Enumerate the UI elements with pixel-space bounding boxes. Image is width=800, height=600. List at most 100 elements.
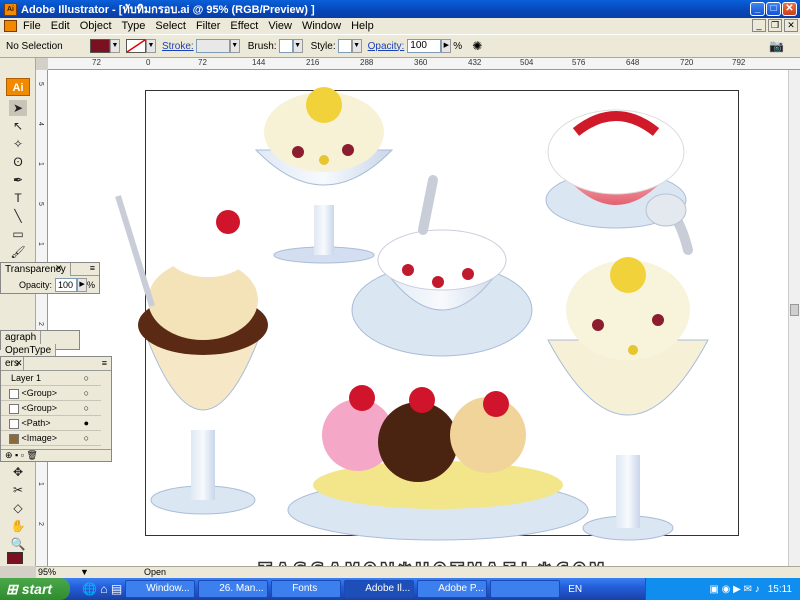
- brush-dropdown[interactable]: ▼: [292, 39, 303, 53]
- menu-view[interactable]: View: [268, 20, 292, 32]
- menu-help[interactable]: Help: [351, 20, 374, 32]
- rectangle-tool-icon[interactable]: ▭: [9, 226, 27, 242]
- task-photoshop[interactable]: Adobe P...: [417, 580, 488, 598]
- menu-edit[interactable]: Edit: [51, 20, 70, 32]
- target-icon[interactable]: ○: [84, 401, 89, 416]
- stroke-weight-dropdown[interactable]: ▼: [229, 39, 240, 53]
- minimize-button[interactable]: _: [750, 2, 765, 16]
- menu-type[interactable]: Type: [122, 20, 146, 32]
- selection-tool-icon[interactable]: ➤: [9, 100, 27, 116]
- panel-menu-icon[interactable]: ≡: [90, 263, 95, 273]
- task-label: Window...: [146, 583, 190, 594]
- doc-minimize-button[interactable]: _: [752, 19, 766, 32]
- pen-tool-icon[interactable]: ✒: [9, 172, 27, 188]
- task-fonts[interactable]: Fonts: [271, 580, 342, 598]
- opacity-label[interactable]: Opacity:: [368, 41, 405, 52]
- panel-options-icon[interactable]: 📷: [769, 39, 784, 53]
- layer-name: <Group>: [21, 403, 58, 413]
- fill-dropdown[interactable]: ▼: [110, 39, 120, 53]
- quick-launch-icon[interactable]: 🌐 ⌂ ▤: [82, 582, 122, 596]
- task-messenger[interactable]: [490, 580, 561, 598]
- layer-row[interactable]: <Group> ○: [1, 401, 101, 416]
- doc-close-button[interactable]: ✕: [784, 19, 798, 32]
- task-label: 26. Man...: [219, 583, 264, 594]
- layer-row[interactable]: <Group> ○: [1, 386, 101, 401]
- close-icon[interactable]: ✕: [15, 358, 23, 369]
- layer-row[interactable]: Layer 1 ○: [1, 371, 101, 386]
- stroke-label[interactable]: Stroke:: [162, 41, 194, 52]
- target-icon[interactable]: ○: [84, 371, 89, 386]
- menu-filter[interactable]: Filter: [196, 20, 220, 32]
- doc-restore-button[interactable]: ❐: [768, 19, 782, 32]
- opacity-dropdown[interactable]: ▶: [441, 39, 452, 53]
- symbol-tool-icon[interactable]: ✥: [9, 464, 27, 480]
- opacity-label: Opacity:: [19, 280, 53, 290]
- target-icon[interactable]: ○: [84, 386, 89, 401]
- zoom-tool-icon[interactable]: 🔍: [9, 536, 27, 552]
- ruler-tick: 5: [37, 202, 44, 206]
- maximize-button[interactable]: □: [766, 2, 781, 16]
- line-tool-icon[interactable]: ╲: [9, 208, 27, 224]
- direct-selection-tool-icon[interactable]: ↖: [9, 118, 27, 134]
- title-bar: Ai Adobe Illustrator - [ทับทิมกรอบ.ai @ …: [0, 0, 800, 18]
- sundae-cup-top[interactable]: [254, 87, 394, 264]
- style-field[interactable]: [337, 39, 352, 53]
- fill-swatch[interactable]: [90, 39, 110, 53]
- style-dropdown[interactable]: ▼: [351, 39, 362, 53]
- vertical-scrollbar[interactable]: [788, 70, 800, 566]
- layer-name: Layer 1: [11, 373, 42, 383]
- red-shaved-ice[interactable]: [545, 109, 693, 255]
- layer-row[interactable]: <Path> ●: [1, 416, 101, 431]
- lasso-tool-icon[interactable]: ʘ: [9, 154, 27, 170]
- recolor-icon[interactable]: ✺: [472, 39, 482, 53]
- language-indicator[interactable]: EN: [568, 584, 582, 595]
- menu-file[interactable]: File: [23, 20, 41, 32]
- fill-color-icon[interactable]: [7, 552, 23, 564]
- target-icon[interactable]: ●: [84, 416, 89, 431]
- banana-split[interactable]: [287, 385, 589, 541]
- task-window[interactable]: Window...: [125, 580, 196, 598]
- hand-tool-icon[interactable]: ✋: [9, 518, 27, 534]
- ruler-tick: 216: [306, 58, 320, 67]
- layers-footer: ⊕ ▪ ▫ 🗑: [1, 449, 111, 461]
- scroll-thumb[interactable]: [790, 304, 799, 316]
- stroke-weight-field[interactable]: [195, 39, 230, 53]
- tab-paragraph[interactable]: agraph: [1, 331, 42, 344]
- close-icon[interactable]: ✕: [55, 263, 63, 274]
- horizontal-ruler: 72 0 72 144 216 288 360 432 504 576 648 …: [48, 58, 800, 70]
- transparency-panel: Transparency ✕ ≡ Opacity: 100 ▶ %: [0, 262, 100, 294]
- transparency-opacity-field[interactable]: 100: [55, 278, 78, 292]
- ruler-tick: 288: [360, 58, 374, 67]
- stroke-swatch[interactable]: [126, 39, 146, 53]
- target-icon[interactable]: ○: [84, 431, 89, 446]
- slice-tool-icon[interactable]: ✂: [9, 482, 27, 498]
- opacity-stepper[interactable]: ▶: [77, 278, 88, 292]
- opacity-field[interactable]: 100: [407, 39, 442, 53]
- task-illustrator[interactable]: Adobe Il...: [344, 580, 415, 598]
- close-button[interactable]: ✕: [782, 2, 797, 16]
- eraser-tool-icon[interactable]: ◇: [9, 500, 27, 516]
- canvas[interactable]: TASSAMON*HOTMAIL*COM: [48, 70, 788, 566]
- menu-select[interactable]: Select: [155, 20, 186, 32]
- artwork[interactable]: [48, 70, 788, 566]
- ruler-tick: 648: [626, 58, 640, 67]
- layer-row[interactable]: <Image> ○: [1, 431, 101, 446]
- new-layer-icon[interactable]: ⊕ ▪ ▫ 🗑: [5, 450, 38, 460]
- menu-object[interactable]: Object: [80, 20, 112, 32]
- chocolate-sundae[interactable]: [115, 195, 268, 515]
- zoom-dropdown[interactable]: ▼: [80, 567, 89, 577]
- magic-wand-tool-icon[interactable]: ✧: [9, 136, 27, 152]
- stroke-dropdown[interactable]: ▼: [146, 39, 156, 53]
- status-text[interactable]: Open: [144, 567, 166, 577]
- bowl-dessert[interactable]: [351, 175, 533, 357]
- menu-window[interactable]: Window: [302, 20, 341, 32]
- start-button[interactable]: ⊞ start: [0, 578, 70, 600]
- zoom-level[interactable]: 95%: [38, 567, 56, 577]
- tray-icons[interactable]: ▣ ◉ ▶ ✉ ♪: [709, 584, 759, 595]
- panel-menu-icon[interactable]: ≡: [102, 358, 107, 368]
- type-tool-icon[interactable]: T: [9, 190, 27, 206]
- menu-effect[interactable]: Effect: [230, 20, 258, 32]
- paintbrush-tool-icon[interactable]: 🖌: [9, 244, 27, 260]
- task-manual[interactable]: 26. Man...: [198, 580, 269, 598]
- brush-field[interactable]: [278, 39, 293, 53]
